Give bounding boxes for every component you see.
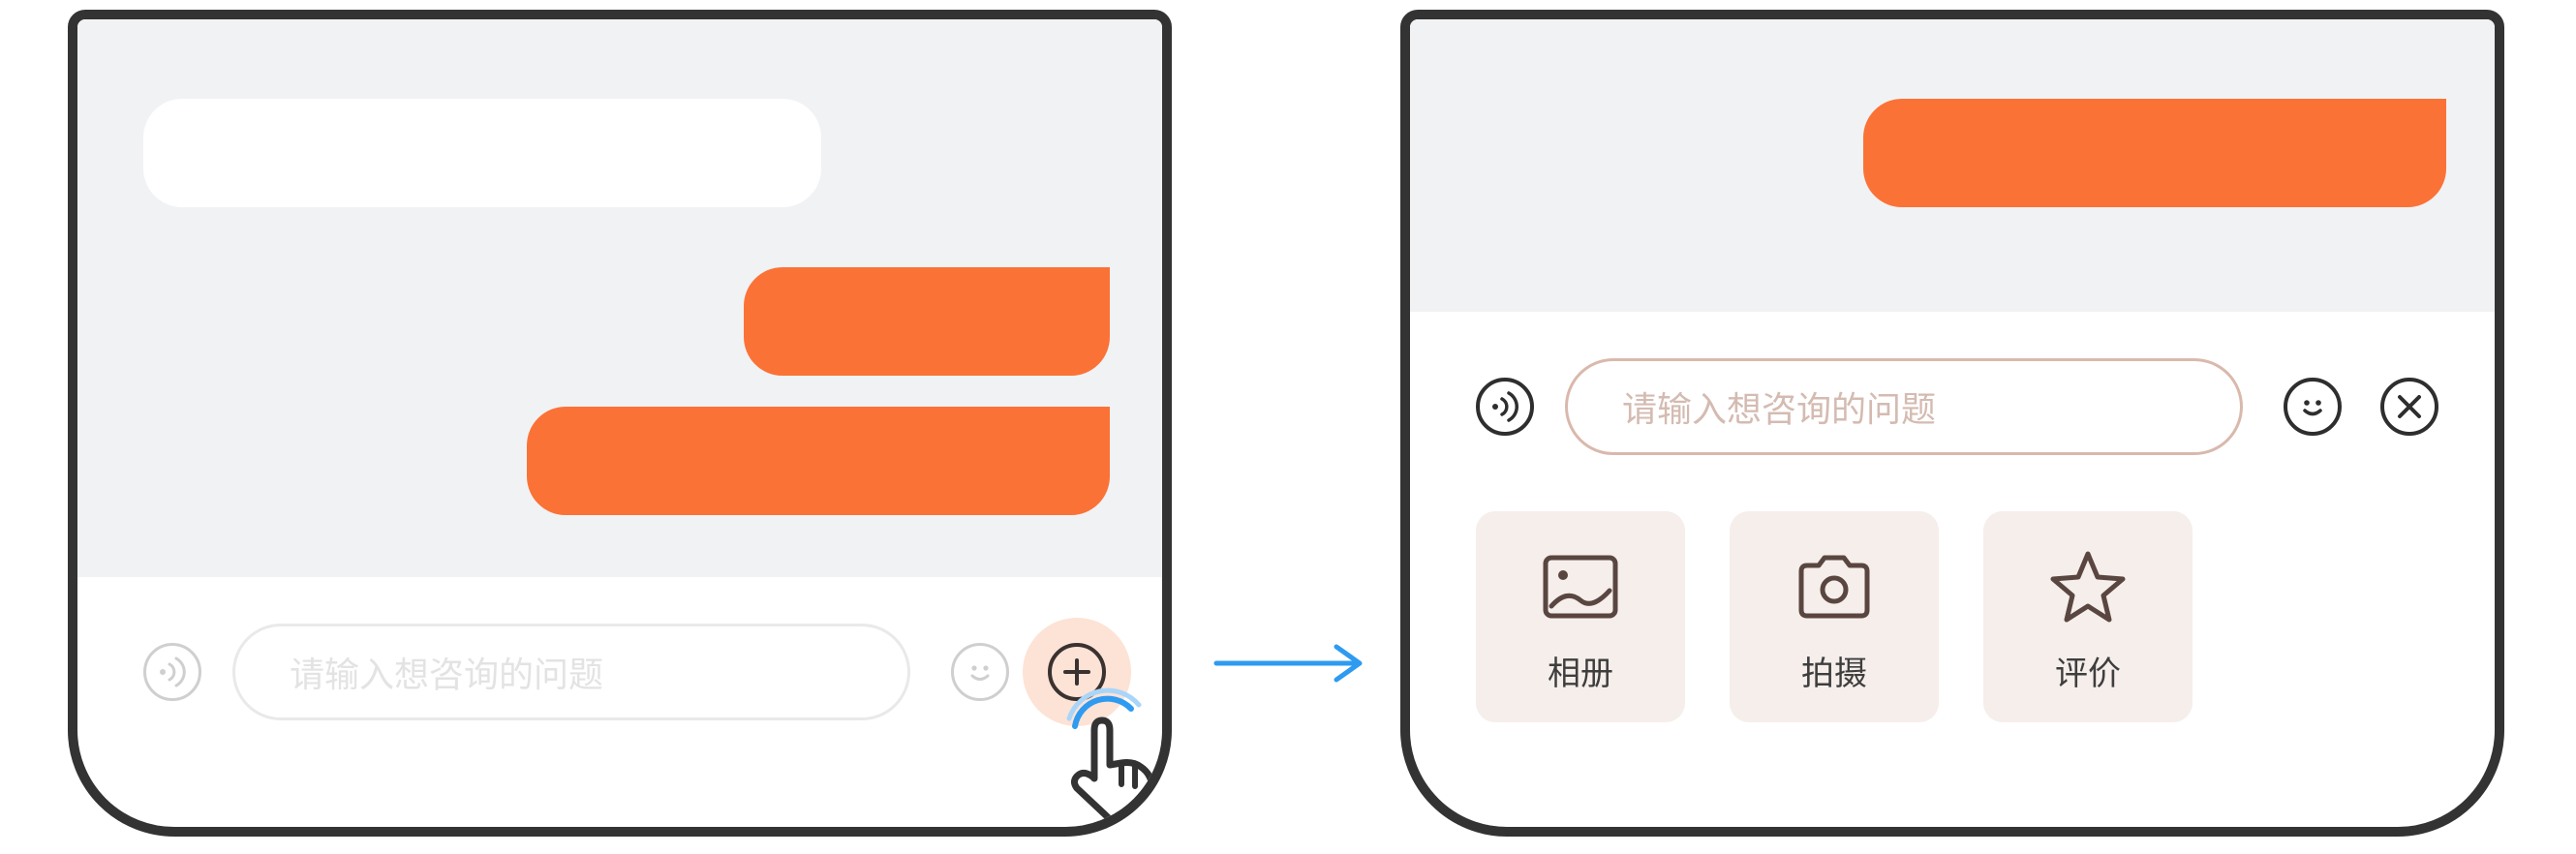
sent-message-bubble xyxy=(1863,99,2446,207)
tap-hand-icon xyxy=(1066,687,1156,823)
input-placeholder: 请输入想咨询的问题 xyxy=(290,656,604,695)
received-message-bubble xyxy=(143,99,821,207)
chat-area xyxy=(77,19,1162,577)
function-tile-review[interactable]: 评价 xyxy=(1983,511,2193,722)
phone-frame-after: 请输入想咨询的问题 相册 拍摄 评价 xyxy=(1400,10,2504,837)
flow-arrow-icon xyxy=(1213,644,1363,683)
chat-area xyxy=(1410,19,2495,312)
message-input[interactable]: 请输入想咨询的问题 xyxy=(1565,358,2243,455)
function-tile-camera[interactable]: 拍摄 xyxy=(1730,511,1939,722)
function-label: 评价 xyxy=(2055,655,2121,693)
input-placeholder: 请输入想咨询的问题 xyxy=(1622,390,1937,430)
function-tile-album[interactable]: 相册 xyxy=(1476,511,1685,722)
sent-message-bubble xyxy=(527,407,1110,515)
sent-message-bubble xyxy=(744,267,1110,376)
star-icon xyxy=(2050,551,2126,623)
voice-icon[interactable] xyxy=(1476,378,1534,436)
function-label: 拍摄 xyxy=(1801,655,1867,693)
voice-icon[interactable] xyxy=(143,643,201,701)
close-icon[interactable] xyxy=(2380,378,2438,436)
emoji-icon[interactable] xyxy=(2284,378,2342,436)
emoji-icon[interactable] xyxy=(951,643,1009,701)
camera-icon xyxy=(1798,555,1870,619)
image-icon xyxy=(1543,555,1618,619)
message-input[interactable]: 请输入想咨询的问题 xyxy=(232,624,910,720)
function-label: 相册 xyxy=(1548,655,1613,693)
phone-frame-before: 请输入想咨询的问题 xyxy=(68,10,1172,837)
